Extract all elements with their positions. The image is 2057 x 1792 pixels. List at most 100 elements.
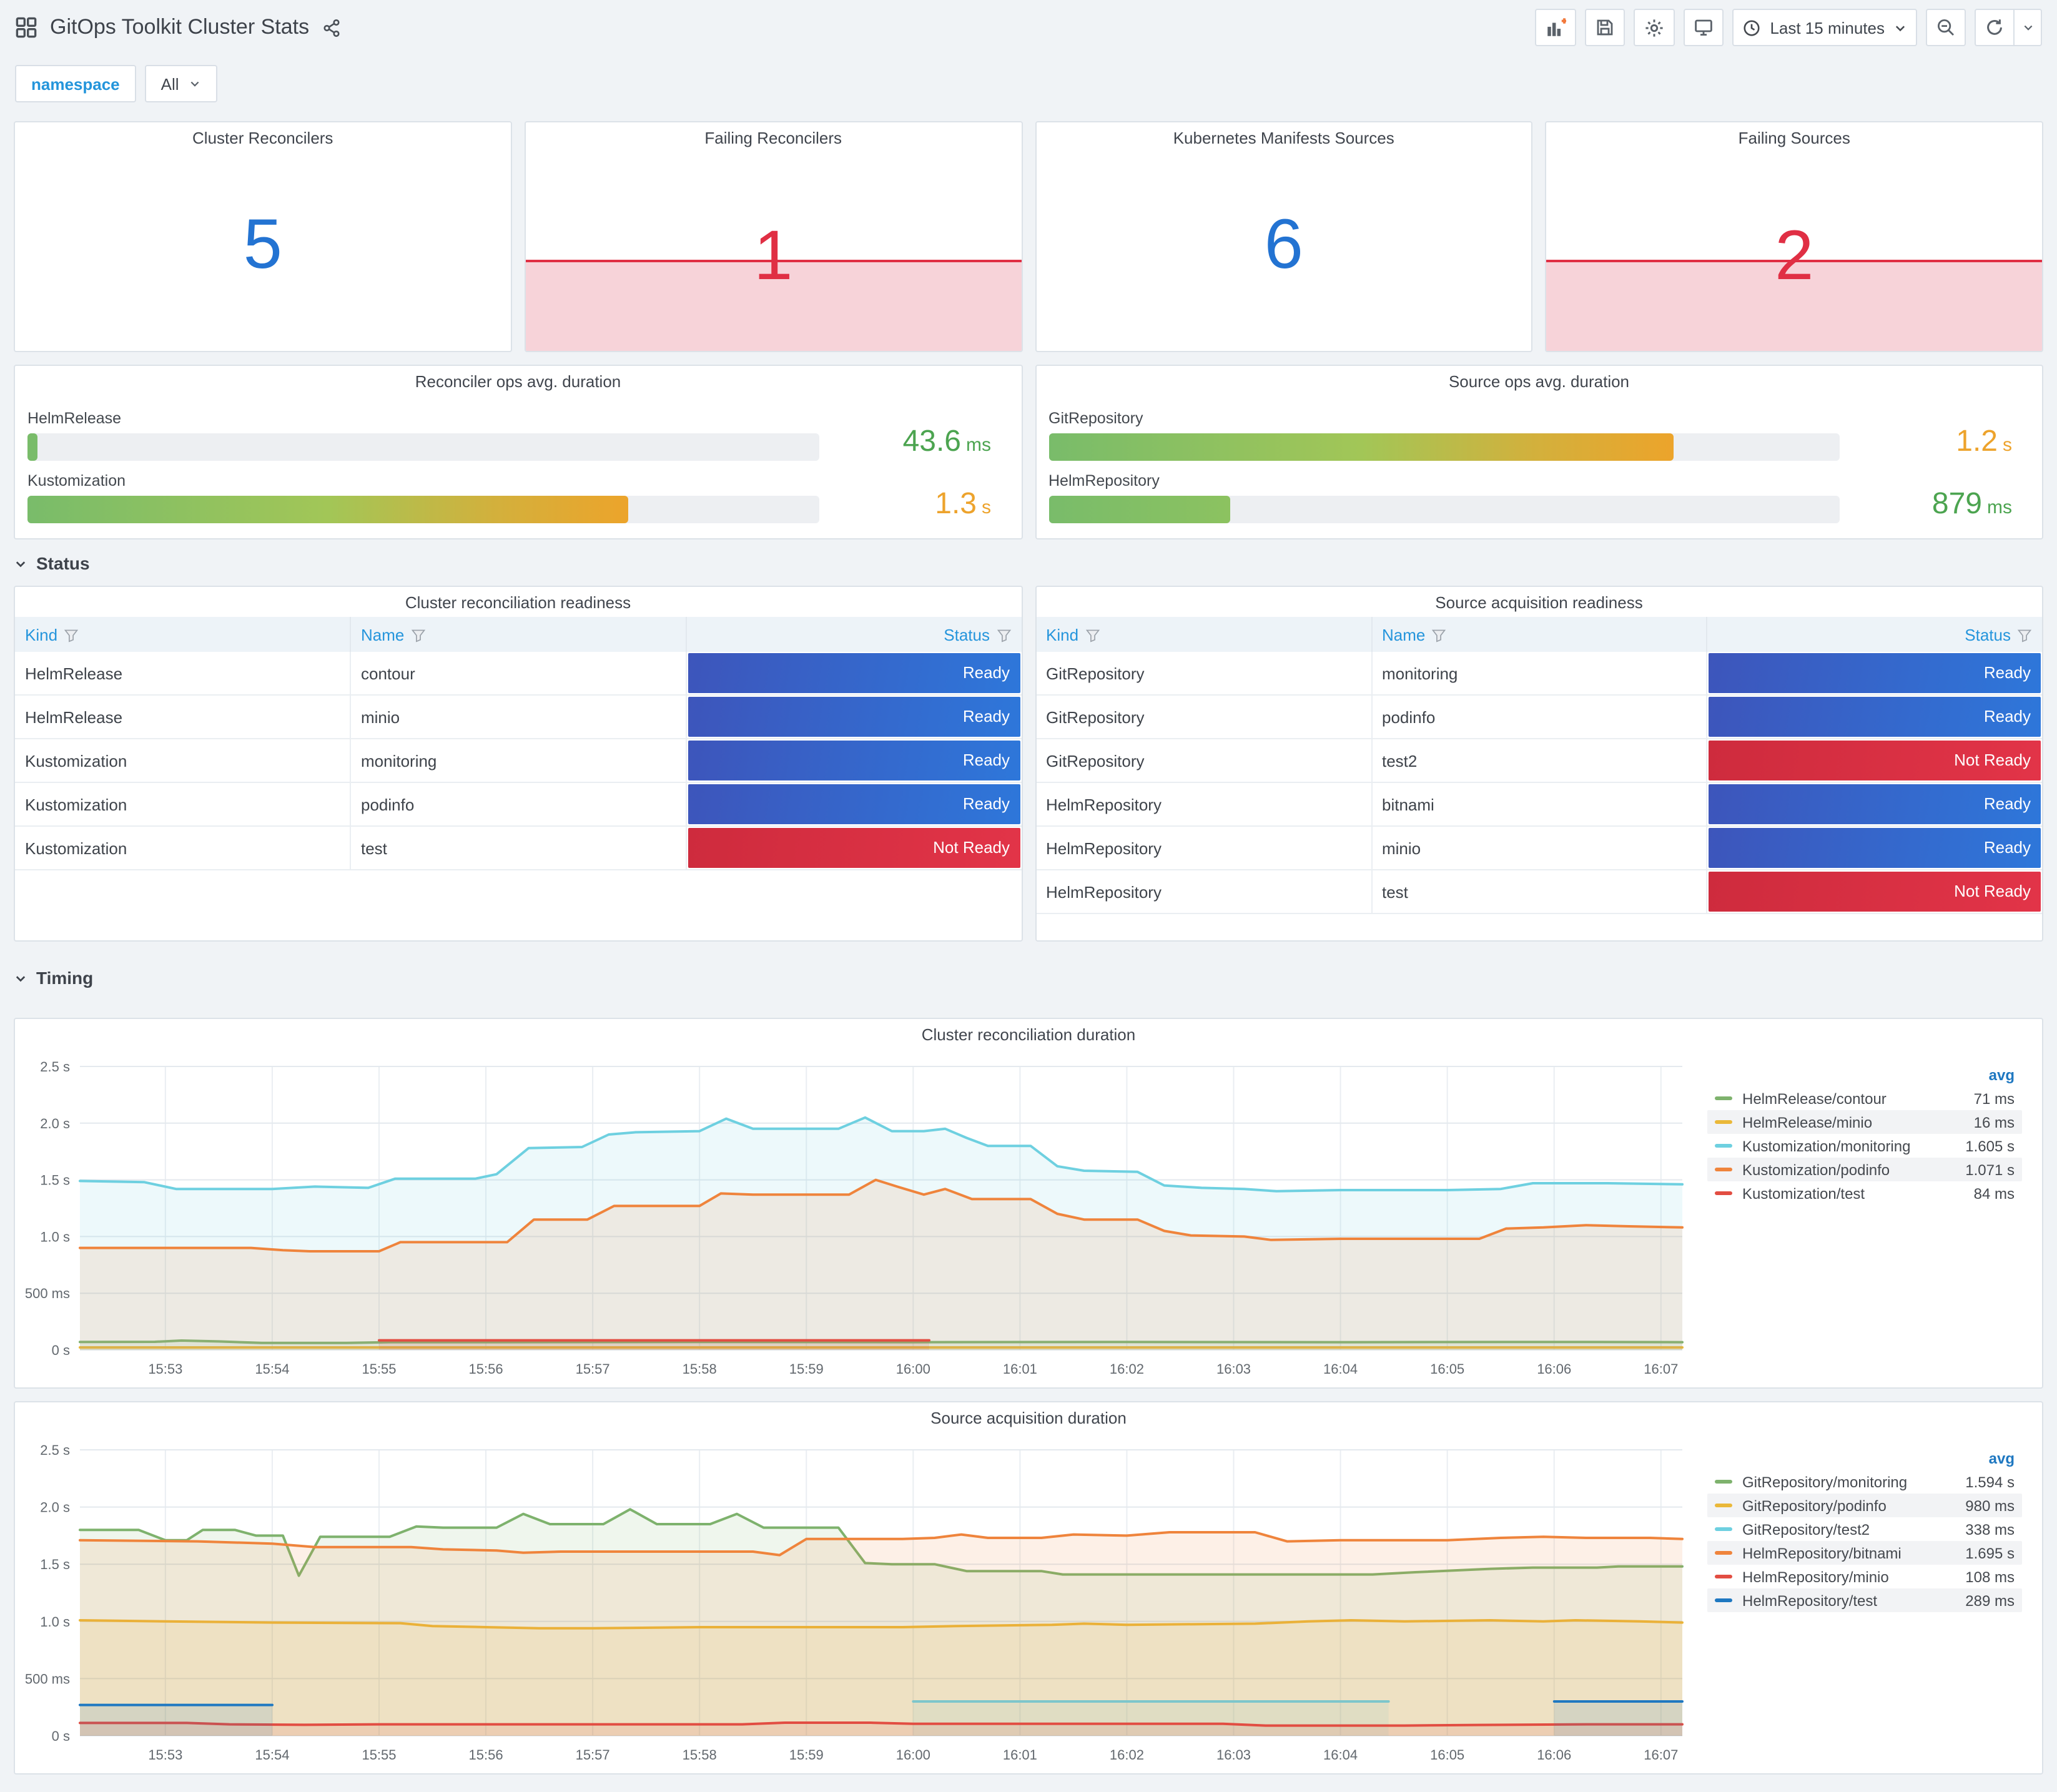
legend-series-toggle[interactable]: GitRepository/podinfo 980 ms (1707, 1494, 2022, 1517)
status-badge: Ready (1709, 828, 2041, 868)
refresh-button[interactable] (1976, 10, 2013, 45)
dashboard-settings-button[interactable] (1634, 9, 1675, 46)
svg-text:16:07: 16:07 (1644, 1747, 1678, 1763)
panel-cluster-reconciliation-duration: Cluster reconciliation duration 15:53 15:… (14, 1018, 2043, 1389)
series-color-dash (1715, 1575, 1732, 1578)
column-header-kind[interactable]: Kind (15, 617, 351, 652)
gauge-track (1048, 433, 1840, 461)
svg-text:500 ms: 500 ms (25, 1671, 70, 1686)
legend-series-avg: 16 ms (1973, 1113, 2015, 1131)
legend-series-name: Kustomization/test (1742, 1184, 1865, 1202)
cell-name: podinfo (350, 782, 686, 827)
panel-title[interactable]: Source acquisition duration (15, 1402, 2042, 1432)
table-row: HelmRelease minio Ready (15, 695, 1021, 739)
column-header-status[interactable]: Status (1707, 617, 2042, 652)
series-color-dash (1715, 1191, 1732, 1195)
table-row: Kustomization monitoring Ready (15, 739, 1021, 783)
legend-series-name: HelmRepository/test (1742, 1592, 1878, 1609)
cell-name: test (1371, 870, 1707, 914)
table-row: HelmRepository test Not Ready (1036, 870, 2042, 914)
legend-series-name: HelmRelease/minio (1742, 1113, 1873, 1131)
panel-title[interactable]: Reconciler ops avg. duration (15, 366, 1021, 396)
variable-value-dropdown[interactable]: All (144, 65, 218, 102)
apps-grid-icon[interactable] (15, 16, 37, 39)
legend-series-toggle[interactable]: HelmRepository/test 289 ms (1707, 1588, 2022, 1612)
svg-text:2.0 s: 2.0 s (40, 1116, 70, 1131)
status-badge: Ready (688, 653, 1020, 693)
cell-name: contour (350, 652, 686, 696)
legend-series-toggle[interactable]: HelmRepository/minio 108 ms (1707, 1565, 2022, 1588)
legend-series-name: GitRepository/podinfo (1742, 1497, 1887, 1514)
time-series-plot[interactable]: 15:53 15:54 15:55 15:56 15:57 15:58 15:59 16:00… (15, 1432, 1695, 1773)
gauge-track (1048, 496, 1840, 523)
cell-kind: Kustomization (15, 739, 351, 783)
legend-series-avg: 84 ms (1973, 1184, 2015, 1202)
panel-failing-reconcilers: Failing Reconcilers 1 (524, 121, 1022, 352)
bar-gauge: HelmRelease 43.6 ms (27, 410, 1009, 461)
svg-text:16:06: 16:06 (1537, 1747, 1571, 1763)
table-row: Kustomization podinfo Ready (15, 782, 1021, 827)
row-header-status[interactable]: Status (14, 547, 2043, 579)
legend-series-name: HelmRepository/bitnami (1742, 1544, 1902, 1562)
column-header-name[interactable]: Name (1371, 617, 1707, 652)
legend-avg-header[interactable]: avg (1707, 1064, 2022, 1086)
panel-title[interactable]: Kubernetes Manifests Sources (1036, 122, 1532, 152)
cell-name: bitnami (1371, 782, 1707, 827)
chevron-down-icon (16, 561, 26, 567)
column-header-status[interactable]: Status (686, 617, 1021, 652)
save-dashboard-button[interactable] (1585, 9, 1625, 46)
svg-text:15:56: 15:56 (469, 1361, 503, 1377)
legend-series-toggle[interactable]: GitRepository/test2 338 ms (1707, 1517, 2022, 1541)
panel-title[interactable]: Failing Sources (1547, 122, 2043, 152)
legend-series-toggle[interactable]: Kustomization/podinfo 1.071 s (1707, 1158, 2022, 1181)
panel-title[interactable]: Cluster reconciliation readiness (15, 587, 1021, 617)
svg-text:15:55: 15:55 (362, 1361, 396, 1377)
clock-icon (1742, 18, 1761, 37)
row-header-timing[interactable]: Timing (14, 962, 2043, 994)
filter-icon[interactable] (1425, 625, 1446, 644)
panel-title[interactable]: Failing Reconcilers (526, 122, 1022, 152)
filter-icon[interactable] (57, 625, 79, 644)
legend-series-name: Kustomization/monitoring (1742, 1137, 1911, 1154)
panel-title[interactable]: Cluster Reconcilers (15, 122, 511, 152)
svg-text:1.0 s: 1.0 s (40, 1614, 70, 1630)
time-range-picker[interactable]: Last 15 minutes (1732, 9, 1917, 46)
readiness-table: Kind Name Status GitRepository monitoring Rea… (1036, 617, 2042, 914)
share-icon[interactable] (322, 18, 340, 37)
panel-title[interactable]: Source ops avg. duration (1036, 366, 2042, 396)
zoom-out-button[interactable] (1926, 9, 1966, 46)
column-header-name[interactable]: Name (350, 617, 686, 652)
variable-label-namespace: namespace (15, 65, 136, 102)
status-badge: Not Ready (688, 828, 1020, 868)
filter-icon[interactable] (1078, 625, 1100, 644)
status-badge: Ready (1709, 697, 2041, 737)
legend-series-toggle[interactable]: HelmRepository/bitnami 1.695 s (1707, 1541, 2022, 1565)
legend-series-avg: 338 ms (1965, 1520, 2015, 1538)
gauge-label: Kustomization (27, 472, 126, 490)
readiness-table: Kind Name Status HelmRelease contour Ready Hel… (15, 617, 1021, 870)
svg-text:15:54: 15:54 (255, 1747, 289, 1763)
add-panel-button[interactable] (1535, 9, 1577, 46)
legend-series-toggle[interactable]: HelmRelease/minio 16 ms (1707, 1110, 2022, 1134)
svg-text:15:57: 15:57 (576, 1747, 610, 1763)
legend-series-toggle[interactable]: Kustomization/monitoring 1.605 s (1707, 1134, 2022, 1158)
legend-series-avg: 108 ms (1965, 1568, 2015, 1585)
panel-title[interactable]: Source acquisition readiness (1036, 587, 2042, 617)
cycle-view-mode-button[interactable] (1684, 9, 1724, 46)
legend-series-toggle[interactable]: HelmRelease/contour 71 ms (1707, 1086, 2022, 1110)
panel-kubernetes-manifests-sources: Kubernetes Manifests Sources 6 (1035, 121, 1533, 352)
column-header-kind[interactable]: Kind (1036, 617, 1372, 652)
filter-icon[interactable] (404, 625, 425, 644)
legend-series-toggle[interactable]: GitRepository/monitoring 1.594 s (1707, 1470, 2022, 1494)
table-row: GitRepository monitoring Ready (1036, 652, 2042, 696)
refresh-interval-dropdown[interactable] (2013, 10, 2041, 45)
legend-avg-header[interactable]: avg (1707, 1447, 2022, 1470)
panel-title[interactable]: Cluster reconciliation duration (15, 1019, 2042, 1049)
legend-series-toggle[interactable]: Kustomization/test 84 ms (1707, 1181, 2022, 1205)
status-badge: Ready (688, 784, 1020, 824)
time-series-plot[interactable]: 15:53 15:54 15:55 15:56 15:57 15:58 15:59 16:00… (15, 1049, 1695, 1387)
tables-row: Cluster reconciliation readiness Kind Nam… (14, 586, 2043, 942)
series-color-dash (1715, 1504, 1732, 1507)
filter-icon[interactable] (990, 625, 1011, 644)
filter-icon[interactable] (2011, 625, 2032, 644)
